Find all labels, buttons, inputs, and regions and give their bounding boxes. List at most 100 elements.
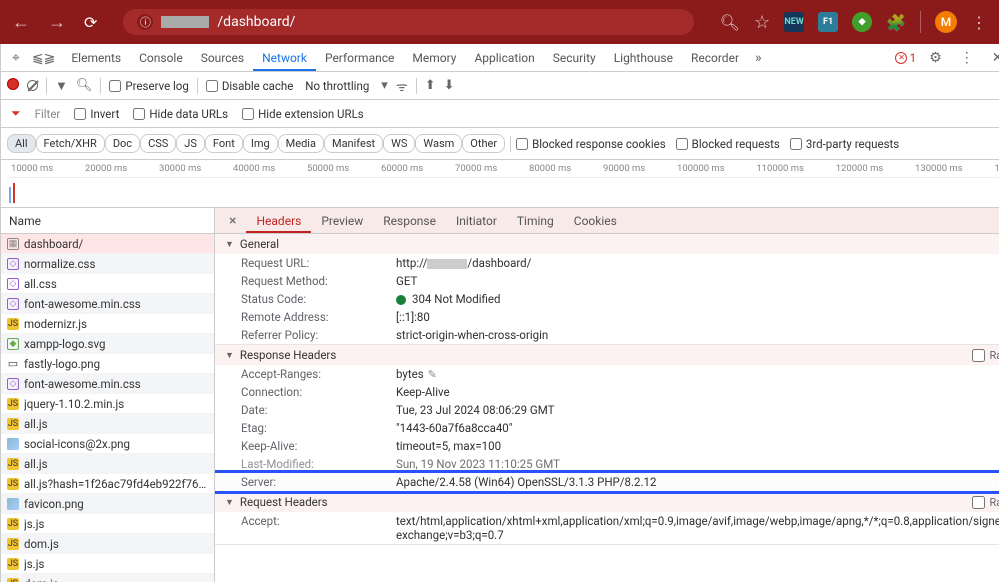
- import-har-icon[interactable]: ⬆: [425, 78, 436, 93]
- extensions-puzzle-icon[interactable]: 🧩: [886, 13, 906, 32]
- request-row[interactable]: JSjs.js: [1, 514, 214, 534]
- request-row[interactable]: social-icons@2x.png: [1, 434, 214, 454]
- clear-button[interactable]: [27, 80, 38, 91]
- reload-button[interactable]: ⟳: [84, 13, 97, 32]
- extension-new-badge[interactable]: NEW: [784, 12, 804, 32]
- raw-checkbox[interactable]: Raw: [972, 349, 999, 362]
- forward-button[interactable]: →: [48, 12, 66, 33]
- request-row[interactable]: JSdom.js: [1, 534, 214, 554]
- request-row[interactable]: ◇font-awesome.min.css: [1, 294, 214, 314]
- devtools-panel: ⌖ ⫹⫺ ElementsConsoleSourcesNetworkPerfor…: [0, 44, 999, 582]
- request-row[interactable]: JSdom.js: [1, 574, 214, 582]
- search-icon[interactable]: 🔍︎: [76, 78, 93, 93]
- request-row[interactable]: JSall.js: [1, 414, 214, 434]
- type-filter-fetchxhr[interactable]: Fetch/XHR: [36, 134, 105, 153]
- hide-extension-urls-checkbox[interactable]: Hide extension URLs: [242, 107, 364, 121]
- name-column-header[interactable]: Name: [1, 208, 214, 234]
- extension-green-icon[interactable]: ◆: [852, 12, 872, 32]
- export-har-icon[interactable]: ⬇: [444, 78, 455, 93]
- disable-cache-checkbox[interactable]: Disable cache: [206, 79, 293, 93]
- detail-tab-preview[interactable]: Preview: [311, 209, 373, 233]
- type-filter-all[interactable]: All: [7, 134, 36, 153]
- devtools-tab-application[interactable]: Application: [465, 45, 543, 71]
- search-icon[interactable]: 🔍︎: [720, 13, 740, 32]
- back-button[interactable]: ←: [12, 12, 30, 33]
- devtools-tab-lighthouse[interactable]: Lighthouse: [605, 45, 682, 71]
- preserve-log-checkbox[interactable]: Preserve log: [109, 79, 188, 93]
- edit-pencil-icon[interactable]: ✎: [428, 368, 437, 381]
- extension-f1-badge[interactable]: F1: [818, 12, 838, 32]
- network-timeline[interactable]: 10000 ms20000 ms30000 ms40000 ms50000 ms…: [1, 160, 999, 208]
- address-bar[interactable]: ⓘ /dashboard/: [123, 9, 693, 35]
- detail-tab-headers[interactable]: Headers: [246, 209, 311, 233]
- devtools-tab-performance[interactable]: Performance: [316, 45, 403, 71]
- request-row[interactable]: ◇font-awesome.min.css: [1, 374, 214, 394]
- filter-input[interactable]: Filter: [35, 107, 61, 121]
- section-header-general[interactable]: ▼General: [215, 234, 999, 254]
- type-filter-manifest[interactable]: Manifest: [324, 134, 383, 153]
- devtools-tab-recorder[interactable]: Recorder: [682, 45, 748, 71]
- settings-gear-icon[interactable]: ⚙: [924, 50, 947, 66]
- device-toggle-icon[interactable]: ⫹⫺: [27, 50, 60, 66]
- hide-data-urls-checkbox[interactable]: Hide data URLs: [133, 107, 228, 121]
- throttling-dropdown-icon[interactable]: ▾: [381, 78, 388, 93]
- more-tabs-icon[interactable]: »: [750, 50, 767, 66]
- request-row[interactable]: JSall.js?hash=1f26ac79fd4eb922f76d86e7…: [1, 474, 214, 494]
- detail-tab-initiator[interactable]: Initiator: [446, 209, 507, 233]
- type-filter-css[interactable]: CSS: [140, 134, 176, 153]
- bookmark-star-icon[interactable]: ☆: [754, 12, 770, 33]
- header-value: http:///dashboard/: [396, 256, 999, 270]
- filter-toggle-icon[interactable]: ▼: [55, 78, 68, 94]
- divider: [920, 11, 921, 33]
- devtools-tab-elements[interactable]: Elements: [62, 45, 130, 71]
- detail-tab-response[interactable]: Response: [373, 209, 446, 233]
- type-check-blocked-response-cookies[interactable]: Blocked response cookies: [516, 137, 666, 151]
- menu-kebab-icon[interactable]: ⋮: [971, 13, 987, 32]
- error-count-badge[interactable]: ✕1: [895, 51, 916, 65]
- request-row[interactable]: JSjquery-1.10.2.min.js: [1, 394, 214, 414]
- type-filter-js[interactable]: JS: [176, 134, 205, 153]
- network-conditions-icon[interactable]: ᯤ: [396, 77, 408, 95]
- request-row[interactable]: JSall.js: [1, 454, 214, 474]
- devtools-tab-memory[interactable]: Memory: [403, 45, 465, 71]
- type-check-blocked-requests[interactable]: Blocked requests: [676, 137, 780, 151]
- header-row: Request Method:GET: [215, 272, 999, 290]
- timeline-tick: 50000 ms: [307, 163, 349, 174]
- profile-avatar[interactable]: M: [935, 11, 957, 33]
- request-row[interactable]: ◇normalize.css: [1, 254, 214, 274]
- type-filter-ws[interactable]: WS: [383, 134, 415, 153]
- section-header-request-headers[interactable]: ▼Request HeadersRaw: [215, 492, 999, 512]
- type-filter-wasm[interactable]: Wasm: [415, 134, 462, 153]
- close-devtools-icon[interactable]: ✕: [987, 50, 999, 66]
- filter-funnel-icon[interactable]: ⏷: [11, 106, 21, 121]
- type-check-3rd-party-requests[interactable]: 3rd-party requests: [790, 137, 899, 151]
- invert-checkbox[interactable]: Invert: [74, 107, 119, 121]
- request-row[interactable]: JSjs.js: [1, 554, 214, 574]
- inspect-element-icon[interactable]: ⌖: [7, 50, 25, 66]
- type-filter-doc[interactable]: Doc: [105, 134, 140, 153]
- site-info-icon[interactable]: ⓘ: [137, 14, 153, 30]
- devtools-menu-icon[interactable]: ⋮: [955, 50, 979, 66]
- devtools-tab-network[interactable]: Network: [253, 45, 316, 71]
- request-row[interactable]: ◇all.css: [1, 274, 214, 294]
- devtools-tab-sources[interactable]: Sources: [192, 45, 253, 71]
- request-row[interactable]: ◆xampp-logo.svg: [1, 334, 214, 354]
- devtools-tab-console[interactable]: Console: [130, 45, 192, 71]
- type-filter-other[interactable]: Other: [462, 134, 505, 153]
- type-filter-img[interactable]: Img: [243, 134, 278, 153]
- header-value: Sun, 19 Nov 2023 11:10:25 GMT: [396, 457, 999, 471]
- detail-tab-cookies[interactable]: Cookies: [564, 209, 627, 233]
- close-detail-icon[interactable]: ×: [221, 213, 244, 229]
- detail-tab-timing[interactable]: Timing: [507, 209, 564, 233]
- section-header-response-headers[interactable]: ▼Response HeadersRaw: [215, 345, 999, 365]
- raw-checkbox[interactable]: Raw: [972, 496, 999, 509]
- request-row[interactable]: ▦dashboard/: [1, 234, 214, 254]
- record-button[interactable]: [7, 78, 19, 90]
- type-filter-font[interactable]: Font: [205, 134, 243, 153]
- throttling-select[interactable]: No throttling: [301, 77, 373, 95]
- type-filter-media[interactable]: Media: [278, 134, 324, 153]
- request-row[interactable]: JSmodernizr.js: [1, 314, 214, 334]
- devtools-tab-security[interactable]: Security: [544, 45, 605, 71]
- request-row[interactable]: favicon.png: [1, 494, 214, 514]
- request-row[interactable]: ▭fastly-logo.png: [1, 354, 214, 374]
